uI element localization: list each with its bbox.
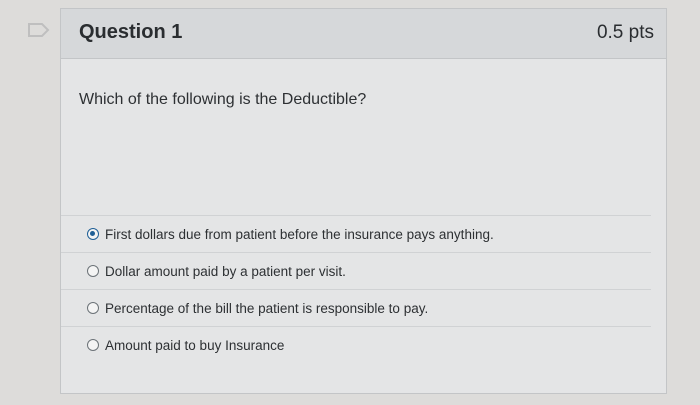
- answer-option-4[interactable]: Amount paid to buy Insurance: [61, 326, 651, 363]
- answer-label[interactable]: Percentage of the bill the patient is re…: [105, 301, 428, 316]
- question-header: Question 1 0.5 pts: [61, 9, 666, 59]
- question-title: Question 1: [79, 21, 183, 43]
- answer-option-3[interactable]: Percentage of the bill the patient is re…: [61, 289, 651, 326]
- radio-icon[interactable]: [87, 339, 99, 351]
- answer-list: First dollars due from patient before th…: [61, 215, 651, 363]
- question-points: 0.5 pts: [596, 22, 654, 43]
- radio-icon[interactable]: [87, 302, 99, 314]
- radio-icon[interactable]: [87, 265, 99, 277]
- answer-option-2[interactable]: Dollar amount paid by a patient per visi…: [61, 252, 651, 289]
- answer-option-1[interactable]: First dollars due from patient before th…: [61, 215, 651, 252]
- question-card: Question 1 0.5 pts Which of the followin…: [60, 8, 667, 394]
- answer-label[interactable]: Dollar amount paid by a patient per visi…: [105, 264, 346, 279]
- radio-selected-icon[interactable]: [87, 228, 99, 240]
- answer-label[interactable]: Amount paid to buy Insurance: [105, 338, 284, 353]
- flag-icon[interactable]: [28, 22, 50, 38]
- answer-label[interactable]: First dollars due from patient before th…: [105, 227, 494, 242]
- question-text: Which of the following is the Deductible…: [79, 91, 367, 108]
